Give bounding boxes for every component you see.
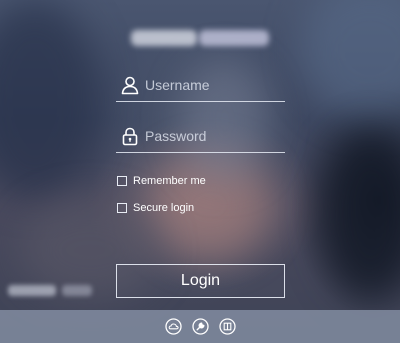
secure-login-checkbox[interactable] bbox=[117, 203, 127, 213]
blurred-footer-text bbox=[8, 283, 93, 297]
login-button[interactable]: Login bbox=[116, 264, 285, 298]
book-icon[interactable] bbox=[218, 318, 236, 335]
bottom-toolbar bbox=[0, 310, 400, 343]
secure-login-label: Secure login bbox=[133, 202, 195, 214]
wrench-icon[interactable] bbox=[191, 318, 209, 335]
blurred-app-title bbox=[131, 24, 269, 52]
remember-me-checkbox[interactable] bbox=[117, 176, 127, 186]
login-screen: Remember me Secure login Login bbox=[0, 0, 400, 343]
username-input[interactable] bbox=[140, 70, 326, 100]
remember-me-label: Remember me bbox=[133, 175, 206, 187]
cloud-icon[interactable] bbox=[164, 318, 182, 335]
user-icon bbox=[120, 74, 140, 96]
remember-me-option[interactable]: Remember me bbox=[117, 175, 206, 187]
password-field[interactable] bbox=[116, 120, 326, 153]
password-input[interactable] bbox=[140, 121, 326, 151]
username-field[interactable] bbox=[116, 69, 326, 102]
login-button-label: Login bbox=[180, 272, 221, 289]
lock-icon bbox=[120, 125, 140, 147]
secure-login-option[interactable]: Secure login bbox=[117, 202, 194, 214]
